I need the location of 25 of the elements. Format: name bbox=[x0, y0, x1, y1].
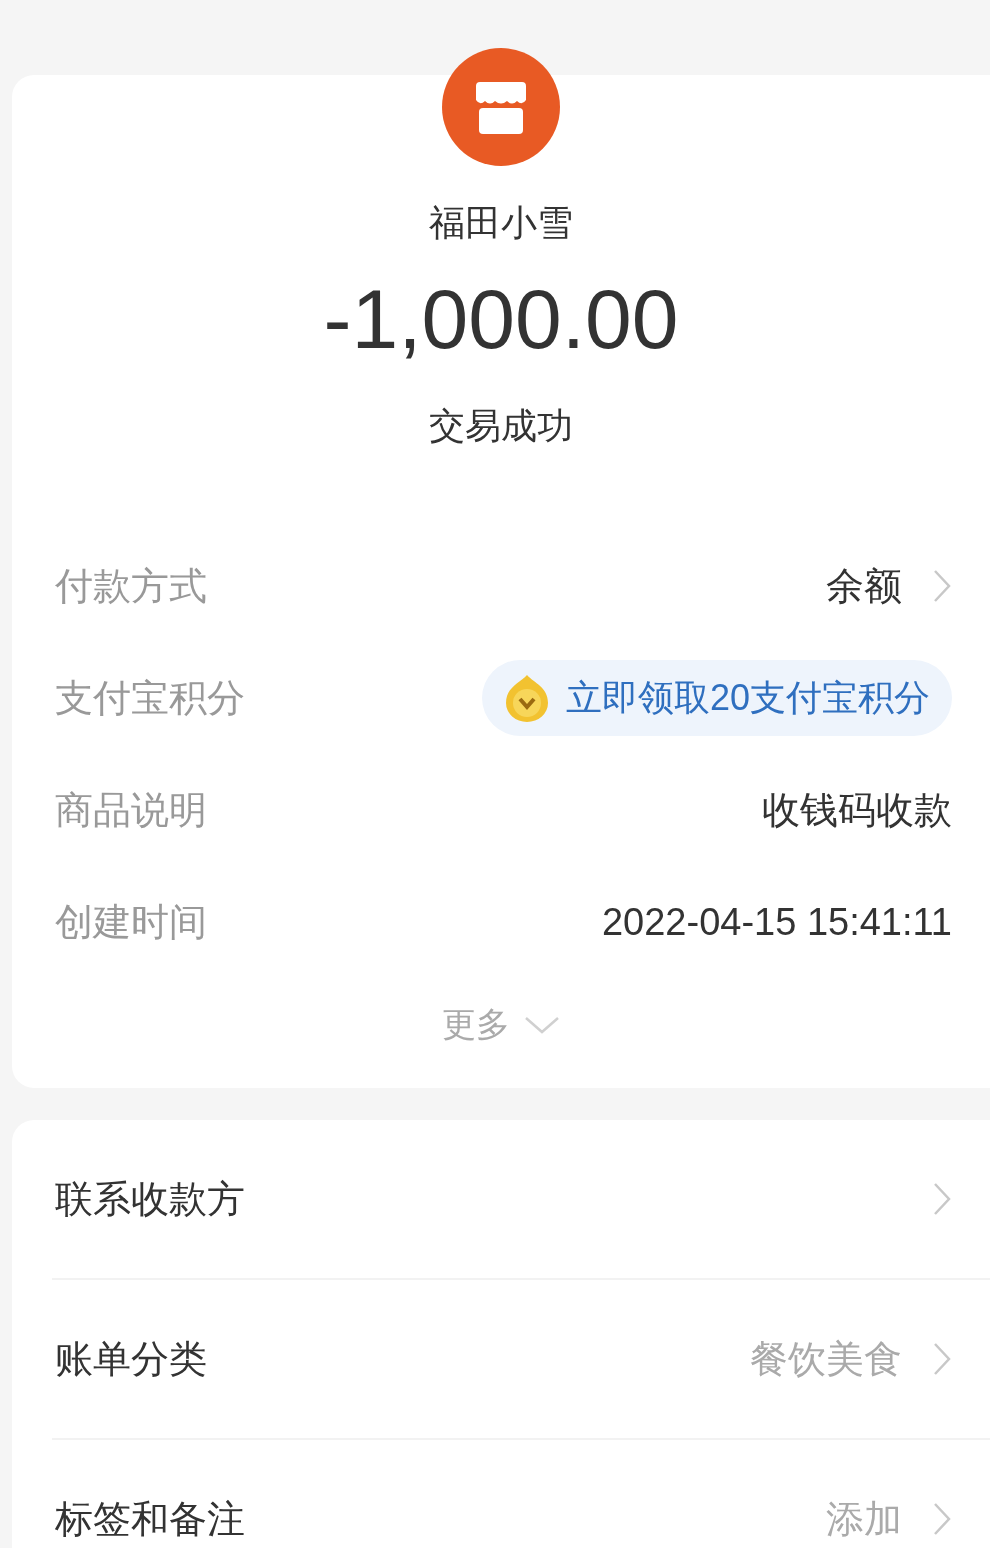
payment-method: 余额 bbox=[826, 563, 902, 609]
action-row[interactable]: 标签和备注 添加 bbox=[52, 1440, 990, 1548]
chevron-right-icon bbox=[932, 1341, 952, 1377]
action-row[interactable]: 账单分类 餐饮美食 bbox=[52, 1280, 990, 1440]
created-time: 2022-04-15 15:41:11 bbox=[601, 900, 952, 944]
chevron-right-icon bbox=[932, 1181, 952, 1217]
merchant-name: 福田小雪 bbox=[429, 201, 573, 245]
action-row[interactable]: 联系收款方 bbox=[52, 1120, 990, 1280]
action-label: 账单分类 bbox=[55, 1335, 207, 1383]
item-description: 收钱码收款 bbox=[762, 787, 952, 833]
points-button[interactable]: 立即领取20支付宝积分 bbox=[481, 660, 952, 736]
detail-label: 付款方式 bbox=[55, 562, 207, 610]
coin-icon bbox=[503, 673, 550, 723]
detail-label: 支付宝积分 bbox=[55, 674, 245, 722]
chevron-right-icon bbox=[932, 1501, 952, 1537]
transaction-status: 交易成功 bbox=[429, 404, 573, 448]
detail-label: 商品说明 bbox=[55, 786, 207, 834]
action-value: 添加 bbox=[826, 1496, 902, 1542]
chevron-down-icon bbox=[524, 1015, 560, 1035]
chevron-right-icon bbox=[932, 568, 952, 604]
detail-label: 创建时间 bbox=[55, 898, 207, 946]
amount: -1,000.00 bbox=[323, 271, 679, 368]
action-label: 标签和备注 bbox=[55, 1495, 245, 1543]
action-value: 餐饮美食 bbox=[750, 1336, 902, 1382]
action-label: 联系收款方 bbox=[55, 1175, 245, 1223]
